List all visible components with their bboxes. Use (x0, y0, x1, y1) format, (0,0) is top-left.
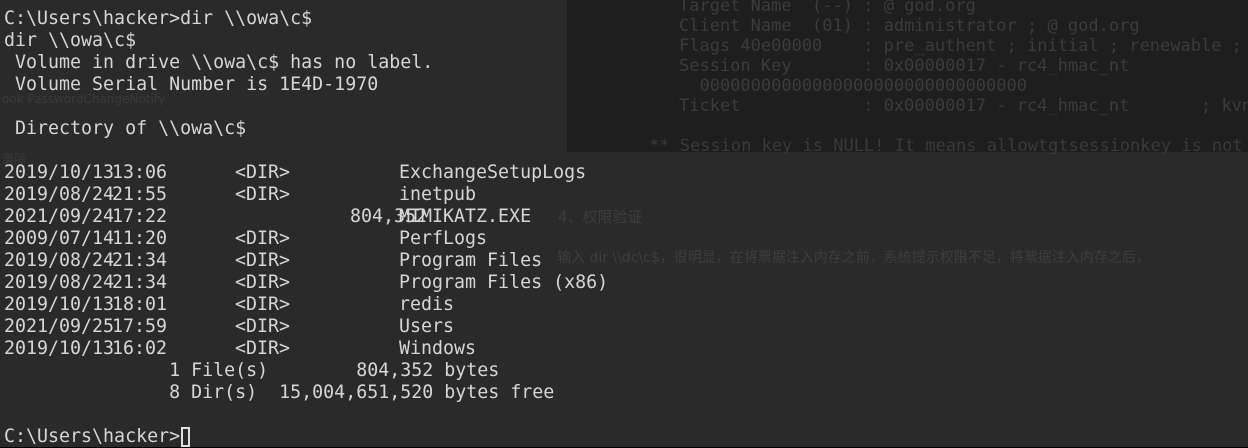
entry-type: <DIR> (235, 338, 291, 359)
dirs-summary-line: 8 Dir(s) 15,004,651,520 bytes free (4, 382, 555, 403)
text-cursor (181, 427, 190, 447)
entry-name: inetpub (399, 184, 477, 205)
entry-type: <DIR> (235, 272, 291, 293)
entry-name: ExchangeSetupLogs (399, 162, 587, 183)
entry-date: 2019/10/13 (4, 294, 115, 315)
entry-name: redis (399, 294, 455, 315)
command-echo-line: dir \\owa\c$ (4, 30, 137, 51)
prompt-command-line: C:\Users\hacker>dir \\owa\c$ (4, 8, 313, 29)
volume-label-line: Volume in drive \\owa\c$ has no label. (4, 52, 434, 73)
entry-type: <DIR> (235, 316, 291, 337)
volume-serial-line: Volume Serial Number is 1E4D-1970 (4, 74, 379, 95)
entry-time: 18:01 (112, 294, 168, 315)
terminal-window[interactable]: C:\Users\hacker>dir \\owa\c$ dir \\owa\c… (0, 0, 1248, 447)
entry-type: <DIR> (235, 162, 291, 183)
entry-date: 2019/10/13 (4, 162, 115, 183)
entry-type: <DIR> (235, 250, 291, 271)
entry-type: <DIR> (235, 228, 291, 249)
entry-time: 17:59 (112, 316, 168, 337)
files-summary-line: 1 File(s) 804,352 bytes (4, 360, 500, 381)
entry-date: 2019/08/24 (4, 250, 115, 271)
entry-name: Program Files (x86) (399, 272, 609, 293)
entry-time: 17:22 (112, 206, 168, 227)
entry-date: 2019/08/24 (4, 184, 115, 205)
entry-name: Windows (399, 338, 477, 359)
entry-time: 21:34 (112, 272, 168, 293)
entry-time: 16:02 (112, 338, 168, 359)
entry-name: Users (399, 316, 455, 337)
entry-name: Program Files (399, 250, 543, 271)
final-prompt-line[interactable]: C:\Users\hacker> (4, 426, 180, 448)
entry-date: 2019/08/24 (4, 272, 115, 293)
entry-date: 2009/07/14 (4, 228, 115, 249)
entry-time: 11:20 (112, 228, 168, 249)
entry-time: 13:06 (112, 162, 168, 183)
entry-time: 21:34 (112, 250, 168, 271)
entry-name: MIMIKATZ.EXE (399, 206, 532, 227)
entry-date: 2021/09/24 (4, 206, 115, 227)
directory-of-line: Directory of \\owa\c$ (4, 118, 247, 139)
entry-date: 2021/09/25 (4, 316, 115, 337)
entry-type: <DIR> (235, 184, 291, 205)
entry-name: PerfLogs (399, 228, 488, 249)
entry-time: 21:55 (112, 184, 168, 205)
entry-date: 2019/10/13 (4, 338, 115, 359)
entry-type: <DIR> (235, 294, 291, 315)
